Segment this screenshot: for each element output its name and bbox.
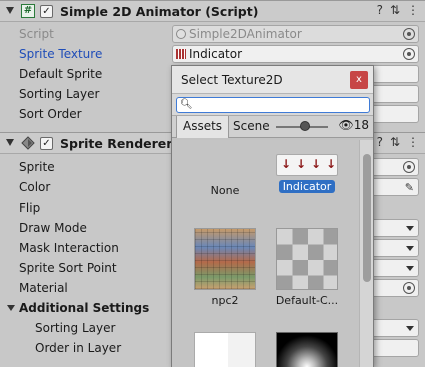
section-label: Additional Settings xyxy=(19,301,150,315)
help-icon[interactable]: ? xyxy=(377,135,383,149)
arrow-down-icon: ↓ xyxy=(281,157,292,171)
field-label: Default Sprite xyxy=(19,67,103,81)
field-label: Sprite xyxy=(19,160,55,174)
hidden-count: 18 xyxy=(353,118,369,132)
asset-item-default-checker[interactable]: Default-C... xyxy=(266,228,348,307)
field-value: Indicator xyxy=(189,47,243,61)
radial-gradient-thumbnail xyxy=(276,332,338,367)
field-label: Sprite Texture xyxy=(19,47,103,61)
asset-item-radial[interactable] xyxy=(266,332,348,367)
field-label: Flip xyxy=(19,201,41,215)
component-enabled-checkbox[interactable]: ✓ xyxy=(40,5,53,18)
field-value: Simple2DAnimator xyxy=(189,27,302,41)
indicator-thumbnail: ↓ ↓ ↓ ↓ xyxy=(276,154,338,176)
csharp-script-icon: # xyxy=(21,4,35,18)
field-label: Sorting Layer xyxy=(35,321,116,335)
asset-grid: None ↓ ↓ ↓ ↓ Indicator npc2 Default-C... xyxy=(172,140,360,367)
component-enabled-checkbox[interactable]: ✓ xyxy=(40,137,53,150)
field-label: Color xyxy=(19,180,51,194)
sliders-icon[interactable]: ⇅ xyxy=(390,135,400,149)
popup-tabs: Assets Scene 👁︎18 xyxy=(172,116,373,138)
asset-item-npc2[interactable]: npc2 xyxy=(184,228,266,307)
kebab-icon[interactable]: ⋮ xyxy=(407,3,419,17)
object-picker-icon[interactable] xyxy=(403,48,415,60)
foldout-arrow-icon[interactable] xyxy=(7,305,15,311)
grid-scrollbar[interactable] xyxy=(359,140,373,367)
asset-name: Indicator xyxy=(278,180,336,193)
checker-thumbnail xyxy=(276,228,338,290)
script-asset-icon xyxy=(176,29,186,39)
dropdown-arrow-icon xyxy=(406,226,414,231)
scrollbar-thumb[interactable] xyxy=(363,154,371,282)
arrow-down-icon: ↓ xyxy=(296,157,307,171)
asset-item-white[interactable] xyxy=(184,332,266,367)
object-picker-icon[interactable] xyxy=(403,282,415,294)
field-label: Order in Layer xyxy=(35,341,122,355)
slider-handle[interactable] xyxy=(300,121,310,131)
script-object-field[interactable]: Simple2DAnimator xyxy=(172,25,419,43)
npc2-thumbnail xyxy=(194,228,256,290)
field-row-script: Script Simple2DAnimator xyxy=(0,24,425,44)
tab-assets[interactable]: Assets xyxy=(176,116,230,138)
sprite-renderer-icon xyxy=(21,136,35,150)
field-label: Material xyxy=(19,281,68,295)
field-row-sprite-texture: Sprite Texture Indicator xyxy=(0,44,425,64)
object-picker-icon[interactable] xyxy=(403,161,415,173)
asset-item-indicator[interactable]: ↓ ↓ ↓ ↓ Indicator xyxy=(266,154,348,193)
sprite-texture-field[interactable]: Indicator xyxy=(172,45,419,63)
field-label: Mask Interaction xyxy=(19,241,119,255)
dropdown-arrow-icon xyxy=(406,326,414,331)
hidden-packages-toggle[interactable]: 👁︎18 xyxy=(338,118,369,132)
white-thumbnail xyxy=(194,332,256,367)
arrow-down-icon: ↓ xyxy=(326,157,337,171)
popup-titlebar[interactable]: Select Texture2D x xyxy=(172,66,373,94)
arrow-down-icon: ↓ xyxy=(311,157,322,171)
dropdown-arrow-icon xyxy=(406,246,414,251)
asset-name: None xyxy=(210,184,240,197)
search-input[interactable] xyxy=(176,97,370,113)
script-component-header[interactable]: # ✓ Simple 2D Animator (Script) ? ⇅ ⋮ xyxy=(0,0,425,22)
close-button[interactable]: x xyxy=(350,71,368,89)
select-texture-popup[interactable]: Select Texture2D x 🔍︎ Assets Scene 👁︎18 … xyxy=(171,65,374,367)
eyedropper-icon[interactable]: ✎ xyxy=(405,180,414,196)
search-icon: 🔍︎ xyxy=(180,99,193,110)
texture-icon xyxy=(176,49,186,59)
object-picker-icon[interactable] xyxy=(403,28,415,40)
field-label: Sorting Layer xyxy=(19,87,100,101)
asset-name: Default-C... xyxy=(275,294,339,307)
sliders-icon[interactable]: ⇅ xyxy=(390,3,400,17)
asset-item-none[interactable]: None xyxy=(184,180,266,197)
tab-scene[interactable]: Scene xyxy=(227,116,276,138)
dropdown-arrow-icon xyxy=(406,266,414,271)
popup-title: Select Texture2D xyxy=(181,73,283,87)
foldout-arrow-icon[interactable] xyxy=(6,139,14,146)
field-label: Draw Mode xyxy=(19,221,87,235)
kebab-icon[interactable]: ⋮ xyxy=(407,135,419,149)
field-label: Sort Order xyxy=(19,107,82,121)
field-label: Sprite Sort Point xyxy=(19,261,117,275)
component-title: Sprite Renderer xyxy=(60,136,173,151)
component-title: Simple 2D Animator (Script) xyxy=(60,4,259,19)
asset-name: npc2 xyxy=(211,294,239,307)
field-label: Script xyxy=(19,27,54,41)
foldout-arrow-icon[interactable] xyxy=(6,7,14,14)
eye-slash-icon: 👁︎ xyxy=(338,118,354,132)
help-icon[interactable]: ? xyxy=(377,3,383,17)
popup-search-bar: 🔍︎ xyxy=(172,94,373,116)
